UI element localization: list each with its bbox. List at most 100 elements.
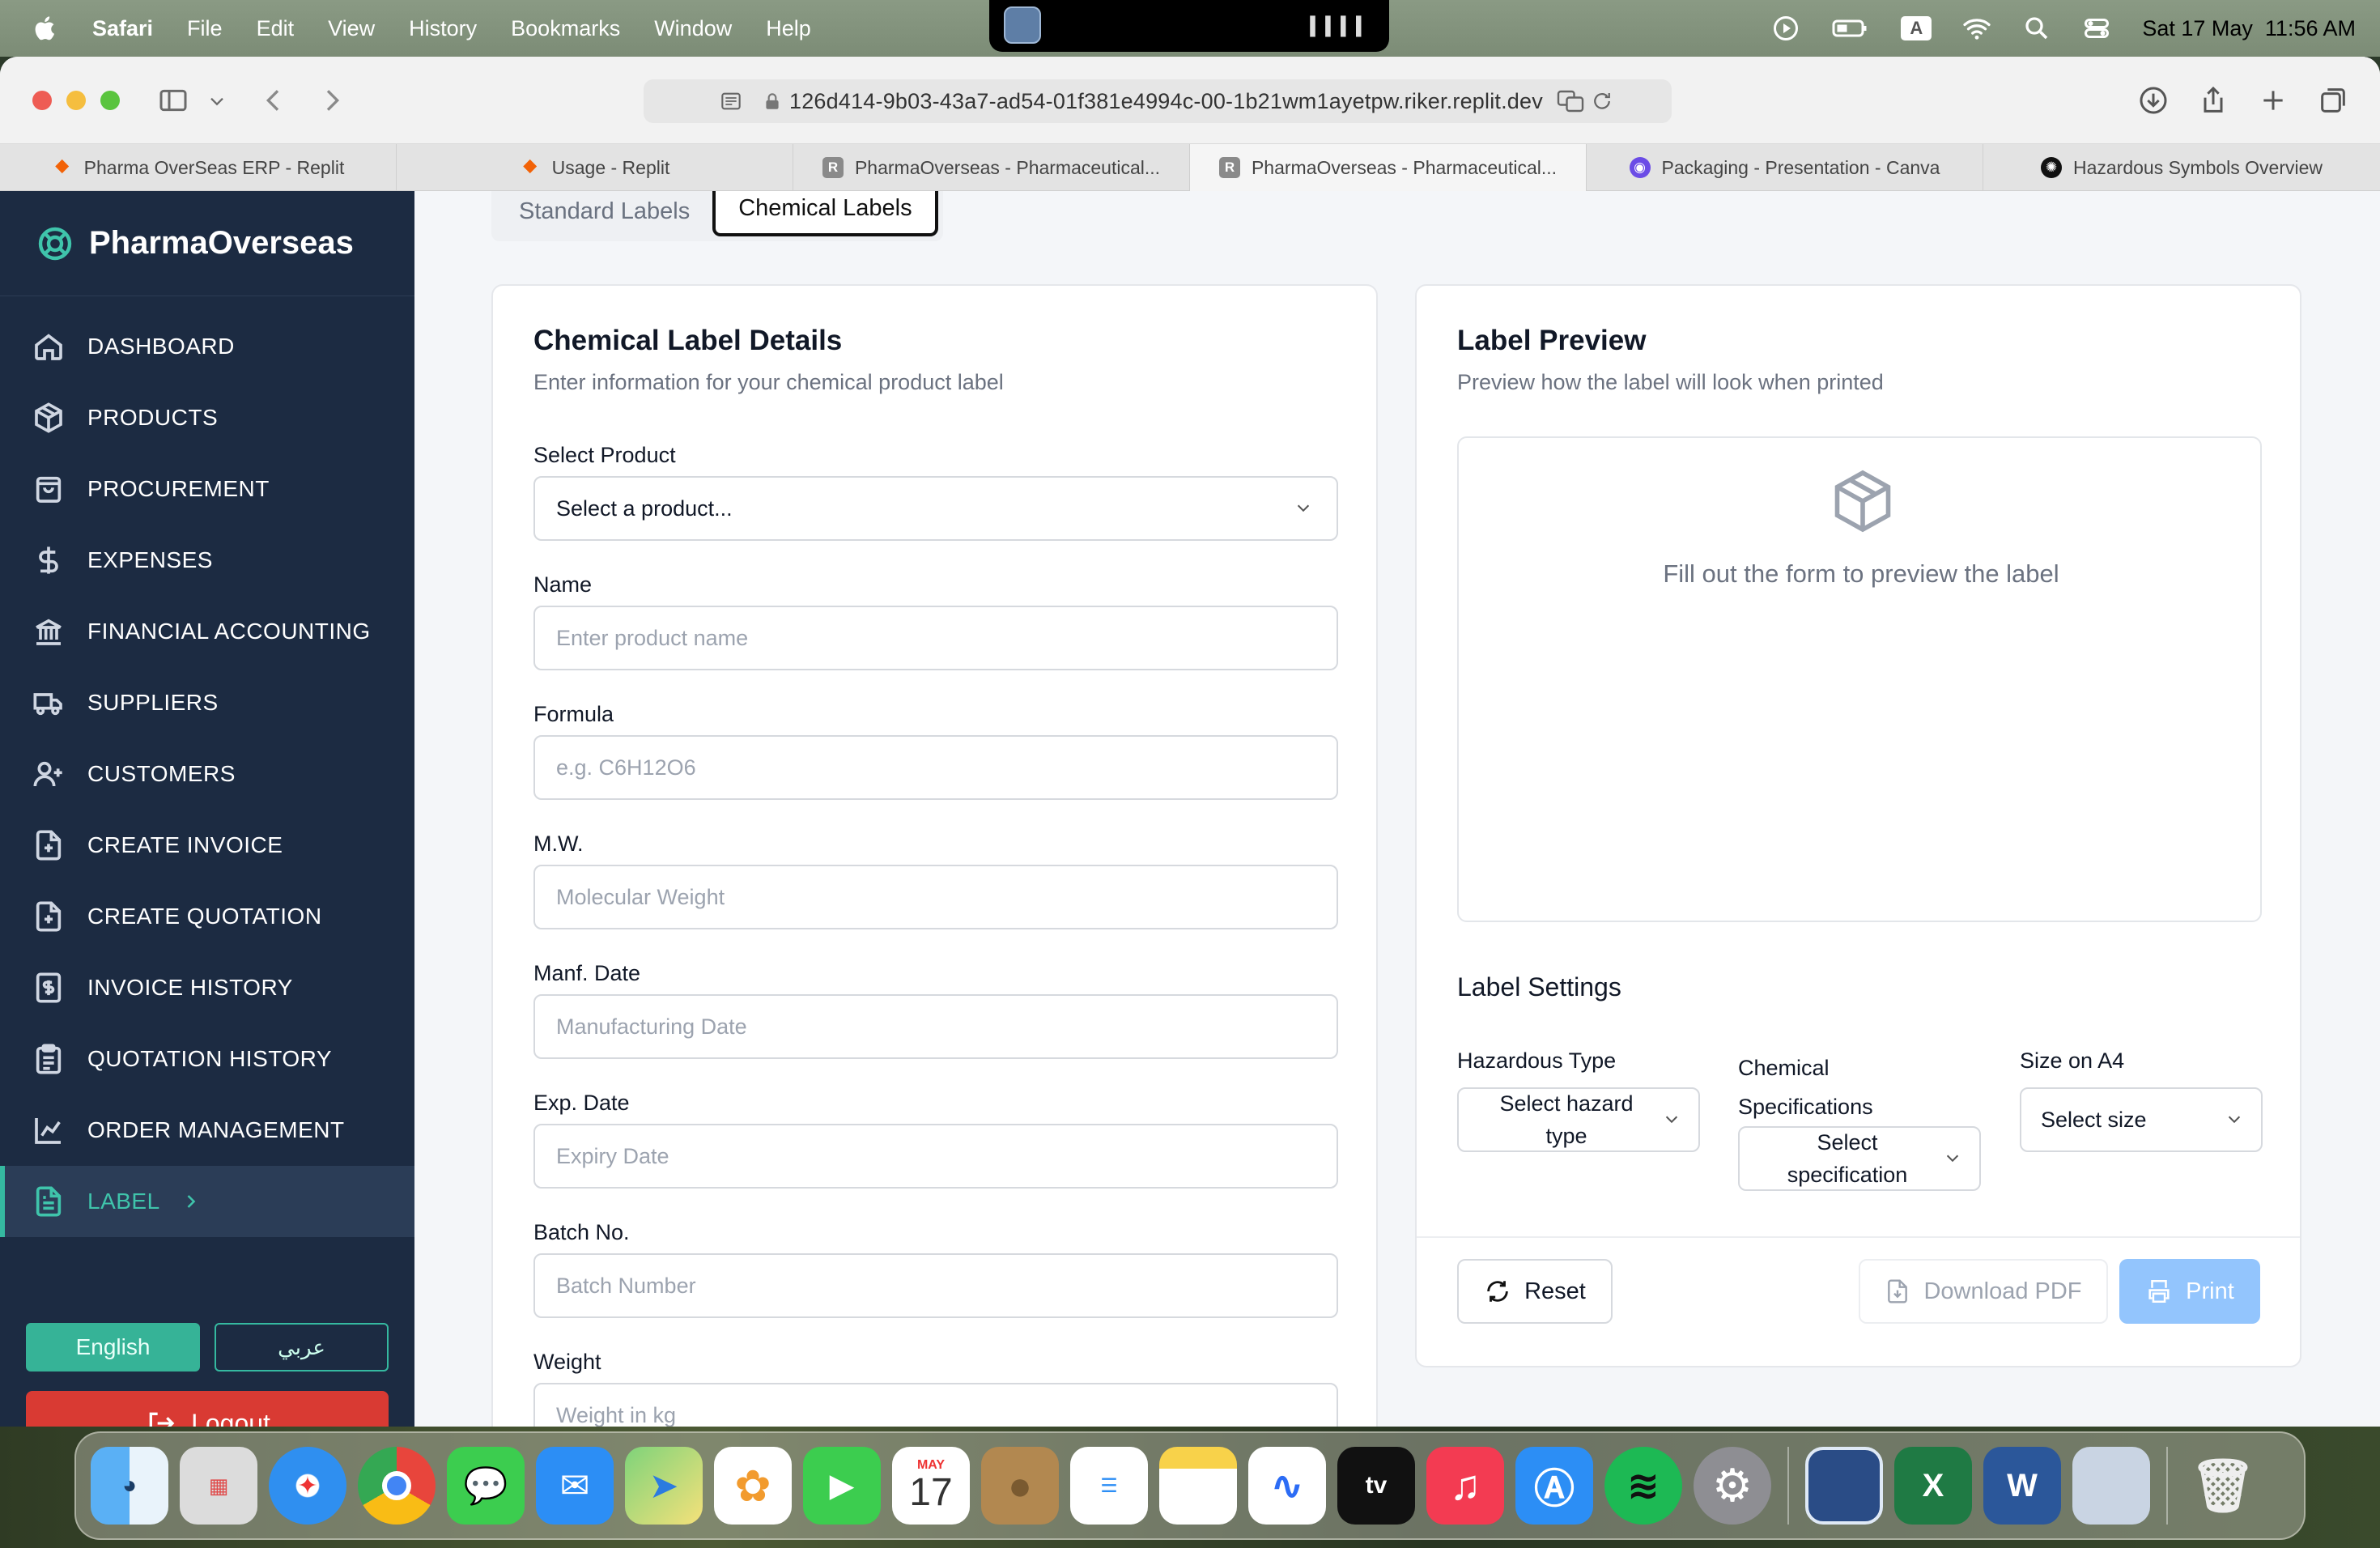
sidebar-item-financial-accounting[interactable]: FINANCIAL ACCOUNTING [0,596,414,667]
select-product-field: Select Product Select a product... [533,443,1338,541]
url-text[interactable]: 126d414-9b03-43a7-ad54-01f381e4994c-00-1… [789,89,1543,114]
language-arabic-button[interactable]: عربي [215,1323,389,1372]
menu-edit[interactable]: Edit [257,16,295,41]
tab-standard-labels[interactable]: Standard Labels [496,198,712,236]
sidebar-item-dashboard[interactable]: DASHBOARD [0,311,414,382]
batch-no-input[interactable]: Batch Number [533,1253,1338,1318]
browser-tab[interactable]: ◉ Packaging - Presentation - Canva [1587,144,1983,191]
freeform-icon[interactable]: ∿ [1248,1447,1326,1525]
input-source-indicator[interactable]: A [1901,16,1932,40]
menu-history[interactable]: History [409,16,477,41]
browser-tab[interactable]: ⯁ Pharma OverSeas ERP - Replit [0,144,397,191]
control-center-icon[interactable] [2082,14,2111,43]
hazardous-type-select[interactable]: Select hazard type [1457,1087,1700,1152]
spotify-icon[interactable]: ≋ [1604,1447,1682,1525]
word-icon[interactable]: W [1983,1447,2061,1525]
calendar-icon[interactable]: MAY 17 [892,1447,970,1525]
finder-icon[interactable]: ◕ [91,1447,168,1525]
chevron-down-icon[interactable] [206,84,228,117]
trash-icon[interactable]: 🗑 [2184,1447,2262,1525]
preview-app-icon[interactable] [1004,6,1041,44]
sidebar-item-create-quotation[interactable]: CREATE QUOTATION [0,881,414,952]
photos-icon[interactable]: ✿ [714,1447,792,1525]
apple-icon[interactable] [32,15,60,42]
sidebar-item-order-management[interactable]: ORDER MANAGEMENT [0,1095,414,1166]
page-menu-icon[interactable] [718,88,744,114]
safari-icon[interactable]: ✦ [269,1447,346,1525]
brand[interactable]: PharmaOverseas [0,191,414,296]
print-button[interactable]: Print [2119,1259,2260,1324]
app-store-icon[interactable]: Ⓐ [1515,1447,1593,1525]
reload-icon[interactable] [1590,89,1614,113]
browser-tab-active[interactable]: R PharmaOverseas - Pharmaceutical... [1190,144,1587,191]
music-icon[interactable]: ♫ [1426,1447,1504,1525]
share-icon[interactable] [2197,84,2229,117]
close-window-button[interactable] [32,91,52,110]
play-icon[interactable] [1771,14,1800,43]
mail-icon[interactable]: ✉ [536,1447,614,1525]
screenshot-thumbnail-icon[interactable] [2072,1447,2150,1525]
menu-file[interactable]: File [187,16,223,41]
forward-icon[interactable] [316,84,348,117]
downloads-icon[interactable] [2137,84,2170,117]
tab-overview-icon[interactable] [2317,84,2349,117]
chemical-specification-select[interactable]: Select specification [1738,1126,1981,1191]
chemical-specifications-label: Chemical Specifications [1738,1048,1873,1126]
wifi-icon[interactable] [1962,14,1991,43]
spotlight-search-icon[interactable] [2022,14,2051,43]
menu-app-name[interactable]: Safari [92,16,153,41]
browser-tab[interactable]: ⯁ Usage - Replit [397,144,793,191]
weight-input[interactable]: Weight in kg [533,1383,1338,1427]
sidebar-item-label-active[interactable]: LABEL [0,1166,414,1237]
sidebar-item-expenses[interactable]: EXPENSES [0,525,414,596]
sidebar-toggle-icon[interactable] [157,84,189,117]
tab-chemical-labels[interactable]: Chemical Labels [712,191,938,236]
exp-date-input[interactable]: Expiry Date [533,1124,1338,1189]
sidebar-item-suppliers[interactable]: SUPPLIERS [0,667,414,738]
sidebar-item-quotation-history[interactable]: QUOTATION HISTORY [0,1023,414,1095]
sidebar-item-create-invoice[interactable]: CREATE INVOICE [0,810,414,881]
apple-tv-icon[interactable]: tv [1337,1447,1415,1525]
messages-icon[interactable]: 💬 [447,1447,525,1525]
menu-bookmarks[interactable]: Bookmarks [511,16,620,41]
language-english-button[interactable]: English [26,1323,200,1372]
menu-window[interactable]: Window [654,16,732,41]
contacts-icon[interactable]: ● [981,1447,1059,1525]
browser-tab[interactable]: ✺ Hazardous Symbols Overview [1983,144,2380,191]
name-input[interactable]: Enter product name [533,606,1338,670]
new-tab-icon[interactable] [2257,84,2289,117]
system-settings-icon[interactable]: ⚙ [1694,1447,1771,1525]
excel-icon[interactable]: X [1894,1447,1972,1525]
preview-icon[interactable] [1805,1447,1883,1525]
menu-help[interactable]: Help [766,16,811,41]
download-pdf-button[interactable]: Download PDF [1859,1259,2108,1324]
reminders-icon[interactable]: ☰ [1070,1447,1148,1525]
menubar-datetime[interactable]: Sat 17 May 11:56 AM [2142,16,2356,41]
maps-icon[interactable]: ➤ [625,1447,703,1525]
translate-icon[interactable] [1556,87,1585,116]
reset-button[interactable]: Reset [1457,1259,1613,1324]
mw-input[interactable]: Molecular Weight [533,865,1338,929]
manf-date-input[interactable]: Manufacturing Date [533,994,1338,1059]
sidebar-item-customers[interactable]: CUSTOMERS [0,738,414,810]
notes-icon[interactable] [1159,1447,1237,1525]
status-menus: A Sat 17 May 11:56 AM [1771,0,2356,57]
zoom-window-button[interactable] [100,91,120,110]
menu-view[interactable]: View [328,16,375,41]
address-bar[interactable]: 126d414-9b03-43a7-ad54-01f381e4994c-00-1… [644,79,1672,123]
battery-icon[interactable] [1831,14,1870,43]
facetime-icon[interactable]: ▶ [803,1447,881,1525]
sidebar-item-invoice-history[interactable]: INVOICE HISTORY [0,952,414,1023]
back-icon[interactable] [257,84,290,117]
formula-input[interactable]: e.g. C6H12O6 [533,735,1338,800]
browser-tab[interactable]: R PharmaOverseas - Pharmaceutical... [793,144,1190,191]
sidebar-item-products[interactable]: PRODUCTS [0,382,414,453]
select-product-dropdown[interactable]: Select a product... [533,476,1338,541]
chrome-icon[interactable] [358,1447,436,1525]
sidebar-nav: DASHBOARD PRODUCTS PROCUREMENT EXPENSES … [0,296,414,1237]
launchpad-icon[interactable]: ▦ [180,1447,257,1525]
mw-label: M.W. [533,831,584,856]
size-select[interactable]: Select size [2020,1087,2263,1152]
sidebar-item-procurement[interactable]: PROCUREMENT [0,453,414,525]
minimize-window-button[interactable] [66,91,86,110]
